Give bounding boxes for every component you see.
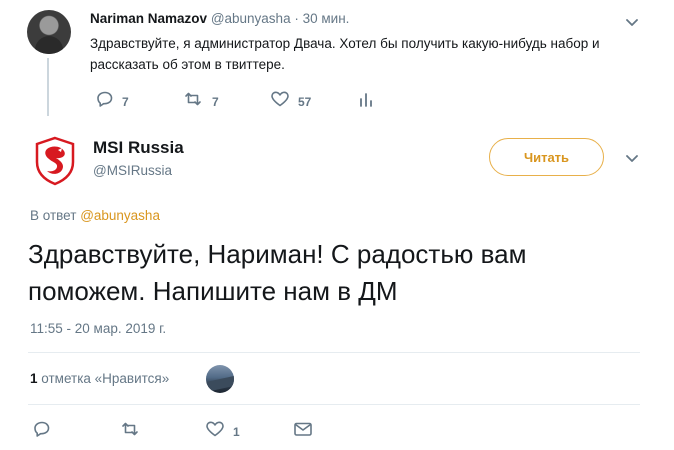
envelope-icon [293, 420, 313, 443]
reply-button[interactable]: 7 [96, 90, 129, 113]
reply-count: 7 [122, 94, 129, 109]
like-button[interactable]: 57 [270, 90, 311, 113]
reply-icon [96, 90, 114, 113]
follow-button[interactable]: Читать [489, 138, 604, 176]
author-name[interactable]: MSI Russia [93, 138, 184, 158]
reply-mention-link[interactable]: @abunyasha [80, 208, 160, 223]
heart-icon [270, 90, 290, 113]
main-tweet-header: MSI Russia @MSIRussia Читать [28, 132, 648, 188]
likes-summary: 1 отметка «Нравится» [30, 364, 630, 393]
divider [28, 352, 640, 353]
chevron-down-icon[interactable] [625, 154, 639, 164]
heart-icon [205, 420, 225, 443]
tweet-header: Nariman Namazov @abunyasha · 30 мин. [90, 11, 349, 26]
retweet-icon [182, 90, 204, 113]
tweet-text: Здравствуйте, я администратор Двача. Хот… [90, 36, 600, 72]
likes-count: 1 [30, 371, 38, 386]
like-count: 1 [233, 424, 240, 439]
parent-tweet[interactable]: Nariman Namazov @abunyasha · 30 мин. Здр… [0, 0, 674, 122]
chevron-down-icon[interactable] [625, 18, 639, 28]
author-name[interactable]: Nariman Namazov [90, 11, 207, 26]
thread-connector-line [47, 58, 49, 116]
retweet-count: 7 [212, 94, 219, 109]
tweet-time[interactable]: 30 мин. [303, 11, 350, 26]
msi-dragon-shield-logo[interactable] [34, 136, 76, 186]
tweet-timestamp[interactable]: 11:55 - 20 мар. 2019 г. [30, 321, 166, 336]
analytics-icon [358, 90, 374, 113]
separator-dot: · [294, 11, 299, 26]
like-button[interactable]: 1 [205, 420, 240, 443]
likes-link[interactable]: 1 отметка «Нравится» [30, 371, 169, 386]
analytics-button[interactable] [358, 90, 374, 113]
tweet-actions: 1 [33, 420, 633, 442]
reply-context: В ответ @abunyasha [30, 208, 160, 223]
reply-button[interactable] [33, 420, 51, 443]
likes-label: отметка «Нравится» [41, 371, 170, 386]
reply-icon [33, 420, 51, 443]
like-count: 57 [298, 94, 312, 109]
dm-button[interactable] [293, 420, 313, 443]
divider [28, 404, 640, 405]
retweet-button[interactable] [119, 420, 141, 443]
liker-avatar[interactable] [206, 365, 234, 393]
author-handle[interactable]: @abunyasha [211, 11, 291, 26]
tweet-text: Здравствуйте, Нариман! С радостью вам по… [28, 239, 527, 306]
retweet-icon [119, 420, 141, 443]
reply-prefix: В ответ [30, 208, 77, 223]
avatar[interactable] [27, 10, 71, 54]
retweet-button[interactable]: 7 [182, 90, 219, 113]
author-handle[interactable]: @MSIRussia [93, 163, 172, 178]
